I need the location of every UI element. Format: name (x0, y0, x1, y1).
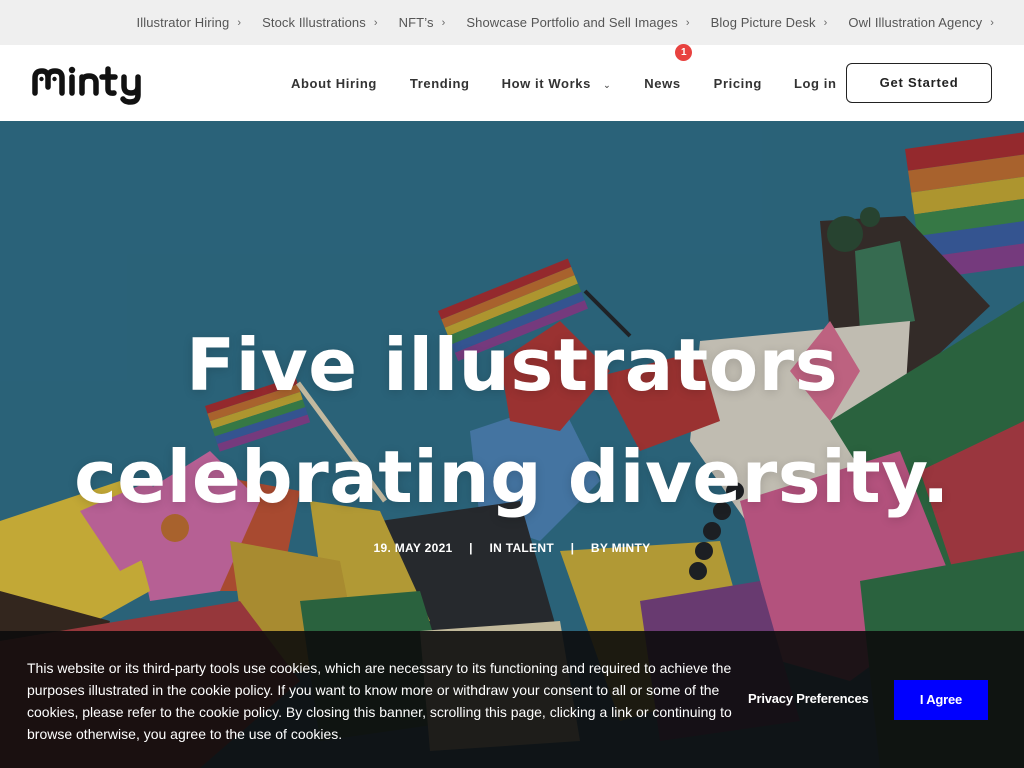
topbar-link-owl-illustration-agency[interactable]: Owl Illustration Agency › (848, 15, 994, 30)
hero-title: Five illustrators celebrating diversity. (0, 309, 1024, 533)
minty-logo[interactable] (32, 65, 162, 105)
nav-link-label: About Hiring (291, 75, 377, 91)
primary-nav-links: About Hiring Trending How it Works ⌄ New… (291, 43, 837, 121)
topbar-link-stock-illustrations[interactable]: Stock Illustrations › (262, 15, 378, 30)
chevron-right-icon: › (990, 16, 994, 29)
chevron-right-icon: › (373, 16, 378, 29)
nav-link-label: News (644, 75, 681, 91)
topbar-link-label: Owl Illustration Agency (848, 15, 983, 30)
meta-separator: | (469, 541, 473, 555)
topbar-link-label: Showcase Portfolio and Sell Images (466, 15, 678, 30)
chevron-right-icon: › (823, 16, 828, 29)
chevron-down-icon: ⌄ (603, 79, 612, 90)
top-utility-links: Illustrator Hiring › Stock Illustrations… (137, 0, 995, 45)
main-navigation: About Hiring Trending How it Works ⌄ New… (0, 43, 1024, 121)
post-date: 19. MAY 2021 (373, 541, 453, 555)
nav-link-label: Log in (793, 75, 837, 91)
topbar-link-label: Illustrator Hiring (136, 15, 230, 30)
nav-link-about-hiring[interactable]: About Hiring (291, 76, 377, 91)
nav-link-pricing[interactable]: Pricing (714, 76, 762, 91)
cookie-consent-banner: This website or its third-party tools us… (0, 631, 1024, 768)
nav-link-label: Trending (409, 75, 470, 91)
minty-logo-mark (32, 66, 141, 105)
topbar-link-showcase-portfolio[interactable]: Showcase Portfolio and Sell Images › (466, 15, 689, 30)
meta-separator: | (570, 541, 575, 555)
nav-link-how-it-works[interactable]: How it Works ⌄ (502, 76, 612, 91)
cookie-notice-text: This website or its third-party tools us… (27, 660, 732, 742)
hero-title-line-2: celebrating diversity. (74, 435, 950, 519)
nav-link-label: How it Works (501, 75, 591, 91)
top-utility-bar: Illustrator Hiring › Stock Illustrations… (0, 0, 1024, 45)
chevron-right-icon: › (237, 16, 242, 29)
topbar-link-label: Stock Illustrations (262, 15, 366, 30)
hero-title-line-1: Five illustrators (185, 323, 839, 407)
nav-link-label: Pricing (713, 75, 762, 91)
topbar-link-label: NFT’s (398, 15, 434, 30)
privacy-preferences-button[interactable]: Privacy Preferences (748, 691, 869, 706)
agree-button[interactable]: I Agree (894, 680, 988, 720)
post-author-link[interactable]: BY MINTY (591, 541, 651, 555)
get-started-button[interactable]: Get Started (846, 63, 992, 103)
topbar-link-blog-picture-desk[interactable]: Blog Picture Desk › (711, 15, 828, 30)
nav-link-trending[interactable]: Trending (410, 76, 470, 91)
chevron-right-icon: › (441, 16, 446, 29)
post-meta: 19. MAY 2021 | IN TALENT | BY MINTY (0, 541, 1024, 555)
topbar-link-illustrator-hiring[interactable]: Illustrator Hiring › (137, 15, 242, 30)
topbar-link-nfts[interactable]: NFT’s › (399, 15, 446, 30)
notification-badge: 1 (675, 43, 693, 61)
nav-link-news[interactable]: News 1 (644, 43, 693, 91)
post-category-link[interactable]: IN TALENT (489, 541, 553, 555)
chevron-right-icon: › (685, 16, 690, 29)
nav-link-log-in[interactable]: Log in (794, 76, 837, 91)
topbar-link-label: Blog Picture Desk (710, 15, 816, 30)
